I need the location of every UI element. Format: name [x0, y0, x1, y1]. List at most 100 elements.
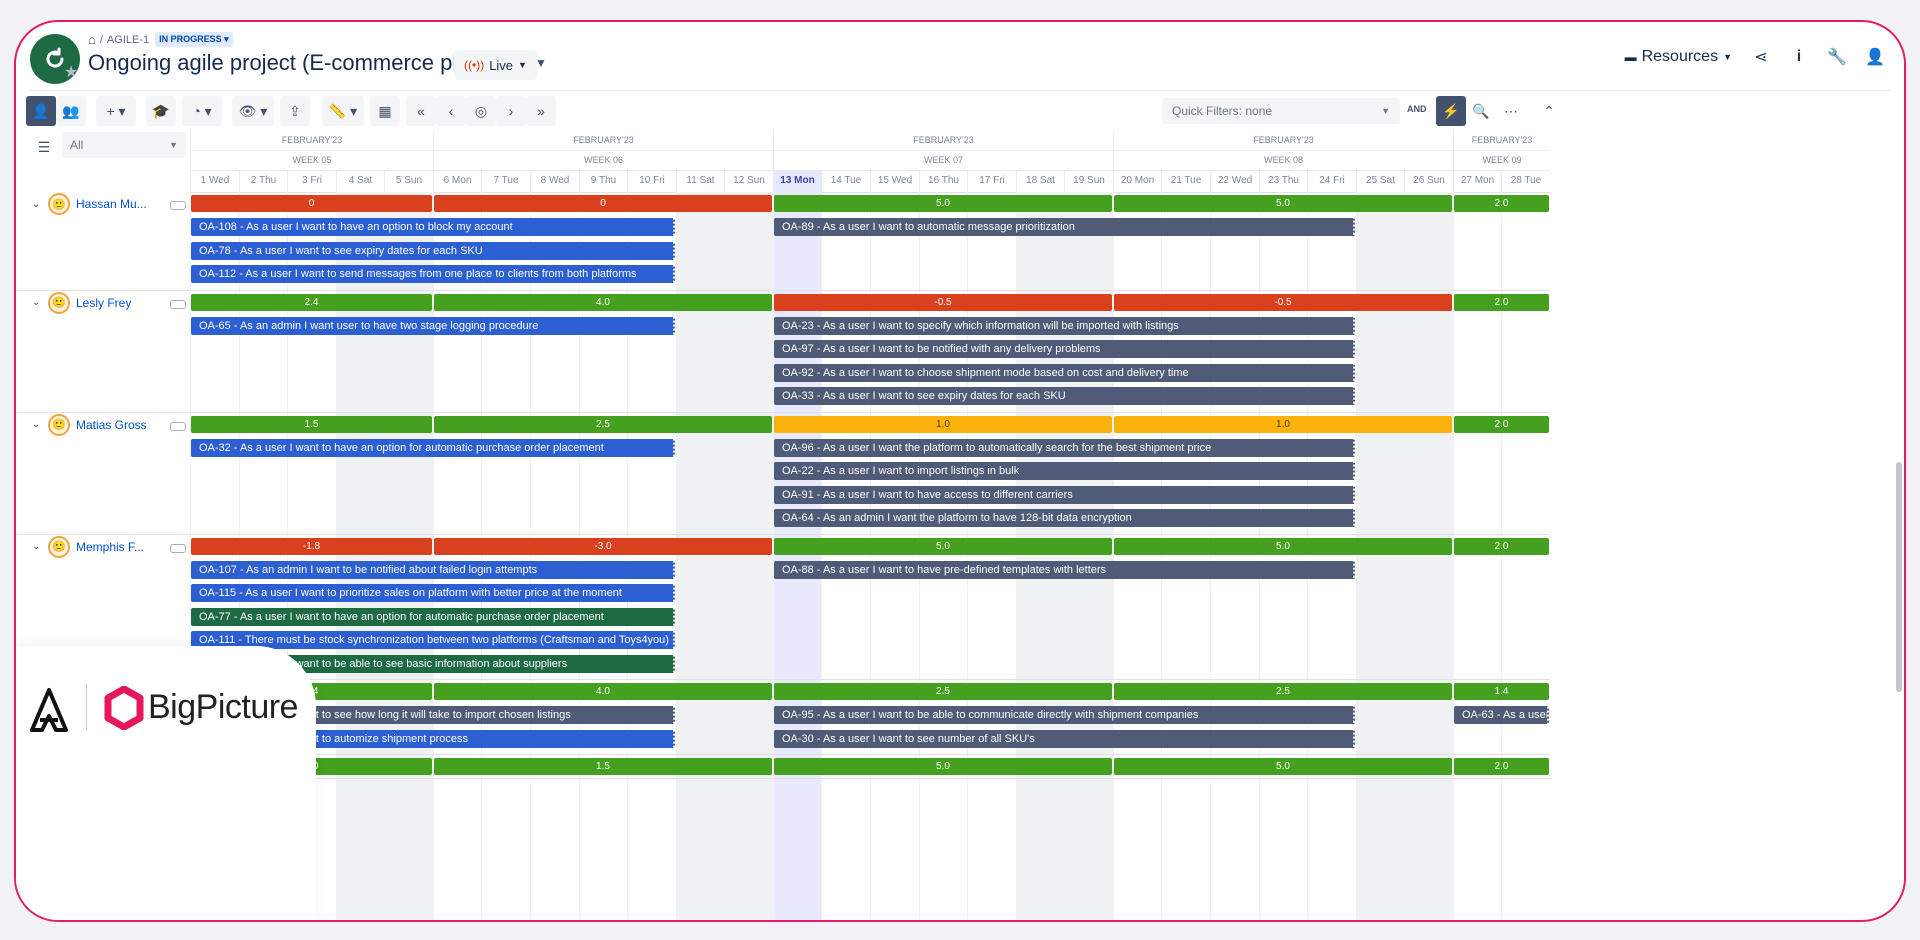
- capacity-bar[interactable]: 5.0: [774, 758, 1112, 775]
- task-bar[interactable]: OA-64 - As an admin I want the platform …: [774, 509, 1355, 527]
- team-view-button[interactable]: 👥: [56, 96, 86, 126]
- task-bar[interactable]: OA-78 - As a user I want to see expiry d…: [191, 241, 675, 260]
- info-icon[interactable]: i: [1784, 42, 1814, 72]
- resource-row-header[interactable]: ⌄ 🙂 Lesly Frey: [32, 291, 131, 314]
- capacity-bar[interactable]: -0.5: [774, 293, 1112, 311]
- day-label[interactable]: 17 Fri: [967, 170, 1016, 192]
- chevron-down-icon[interactable]: ⌄: [32, 541, 42, 552]
- task-bar[interactable]: OA-107 - As an admin I want to be notifi…: [191, 560, 675, 579]
- day-label[interactable]: 20 Mon: [1113, 170, 1161, 192]
- day-label[interactable]: 28 Tue: [1501, 170, 1550, 192]
- day-label[interactable]: 23 Thu: [1259, 170, 1307, 192]
- wrench-icon[interactable]: 🔧: [1822, 42, 1852, 72]
- list-view-icon[interactable]: ☰: [30, 134, 58, 160]
- day-label[interactable]: 25 Sat: [1356, 170, 1404, 192]
- and-toggle[interactable]: AND: [1407, 104, 1427, 114]
- task-bar[interactable]: OA-65 - As an admin I want user to have …: [191, 316, 675, 335]
- jump-last-icon[interactable]: »: [526, 96, 556, 126]
- resource-row-header[interactable]: ⌄ 🙂 Matias Gross: [32, 413, 147, 436]
- capacity-bar[interactable]: 1.5: [434, 758, 772, 775]
- day-label[interactable]: 1 Wed: [190, 170, 239, 192]
- capacity-bar[interactable]: 2.0: [1454, 758, 1549, 775]
- task-bar[interactable]: OA-112 - As a user I want to send messag…: [191, 265, 675, 283]
- day-label[interactable]: 4 Sat: [336, 170, 384, 192]
- capacity-bar[interactable]: 4.0: [434, 293, 772, 311]
- user-icon[interactable]: 👤: [1860, 42, 1890, 72]
- resource-name[interactable]: Hassan Mu...: [76, 197, 147, 211]
- task-bar[interactable]: OA-63 - As a user: [1454, 706, 1549, 724]
- previous-icon[interactable]: ‹: [436, 96, 466, 126]
- capacity-bar[interactable]: 5.0: [1114, 537, 1452, 555]
- task-bar[interactable]: OA-92 - As a user I want to choose shipm…: [774, 363, 1355, 382]
- day-label[interactable]: 15 Wed: [870, 170, 919, 192]
- lightning-icon[interactable]: ⚡: [1436, 96, 1466, 126]
- resource-filter-select[interactable]: All ▼: [62, 132, 186, 158]
- task-bar[interactable]: OA-77 - As a user I want to have an opti…: [191, 607, 675, 626]
- day-label[interactable]: 21 Tue: [1161, 170, 1210, 192]
- capacity-bar[interactable]: 0: [191, 195, 432, 212]
- day-label[interactable]: 22 Wed: [1210, 170, 1259, 192]
- day-label[interactable]: 13 Mon: [773, 170, 821, 192]
- calendar-icon[interactable]: ▦: [370, 96, 400, 126]
- capacity-bar[interactable]: 2.5: [774, 683, 1112, 700]
- day-label[interactable]: 8 Wed: [530, 170, 579, 192]
- capacity-bar[interactable]: 2.5: [1114, 683, 1452, 700]
- toggle-icon[interactable]: [170, 421, 186, 431]
- task-bar[interactable]: OA-22 - As a user I want to import listi…: [774, 462, 1355, 480]
- day-label[interactable]: 3 Fri: [287, 170, 336, 192]
- day-label[interactable]: 11 Sat: [676, 170, 724, 192]
- quick-filters-select[interactable]: Quick Filters: none ▼: [1162, 98, 1400, 124]
- task-bar[interactable]: OA-95 - As a user I want to be able to c…: [774, 706, 1355, 724]
- day-label[interactable]: 5 Sun: [384, 170, 433, 192]
- task-bar[interactable]: OA-88 - As a user I want to have pre-def…: [774, 560, 1355, 579]
- task-bar[interactable]: OA-30 - As a user I want to see number o…: [774, 729, 1355, 748]
- task-bar[interactable]: OA-108 - As a user I want to have an opt…: [191, 218, 675, 236]
- day-label[interactable]: 19 Sun: [1064, 170, 1113, 192]
- capacity-bar[interactable]: -0.5: [1114, 293, 1452, 311]
- toggle-icon[interactable]: [170, 299, 186, 309]
- task-bar[interactable]: OA-96 - As a user I want the platform to…: [774, 438, 1355, 457]
- day-label[interactable]: 9 Thu: [579, 170, 627, 192]
- day-label[interactable]: 14 Tue: [821, 170, 870, 192]
- day-label[interactable]: 12 Sun: [724, 170, 773, 192]
- ruler-button[interactable]: 📏 ▾: [322, 96, 364, 126]
- capacity-bar[interactable]: 2.0: [1454, 195, 1549, 212]
- search-icon[interactable]: 🔍: [1466, 96, 1496, 126]
- capacity-bar[interactable]: 2.0: [1454, 537, 1549, 555]
- day-label[interactable]: 7 Tue: [481, 170, 530, 192]
- chevron-down-icon[interactable]: ⌄: [32, 199, 42, 210]
- visibility-button[interactable]: 👁 ▾: [232, 96, 274, 126]
- capacity-bar[interactable]: 1.0: [1114, 415, 1452, 433]
- capacity-bar[interactable]: 5.0: [774, 537, 1112, 555]
- next-icon[interactable]: ›: [496, 96, 526, 126]
- capacity-bar[interactable]: -3.0: [434, 537, 772, 555]
- day-label[interactable]: 16 Thu: [919, 170, 967, 192]
- day-label[interactable]: 10 Fri: [627, 170, 676, 192]
- favorite-star-icon[interactable]: ★: [64, 65, 78, 81]
- jump-first-icon[interactable]: «: [406, 96, 436, 126]
- day-label[interactable]: 18 Sat: [1016, 170, 1064, 192]
- toggle-icon[interactable]: [170, 201, 186, 210]
- resource-row-header[interactable]: ⌄ 🙂 Hassan Mu...: [32, 193, 147, 215]
- toggle-icon[interactable]: [170, 543, 186, 553]
- live-button[interactable]: ((•)) Live ▼: [454, 50, 537, 80]
- capacity-bar[interactable]: 5.0: [1114, 195, 1452, 212]
- capacity-bar[interactable]: 2.0: [1454, 293, 1549, 311]
- capacity-bar[interactable]: -1.8: [191, 537, 432, 555]
- today-target-icon[interactable]: ◎: [466, 96, 496, 126]
- chevron-down-icon[interactable]: ⌄: [32, 419, 42, 430]
- day-label[interactable]: 26 Sun: [1404, 170, 1453, 192]
- capacity-bar[interactable]: 4.0: [434, 683, 772, 700]
- more-icon[interactable]: ⋯: [1496, 96, 1526, 126]
- task-bar[interactable]: OA-33 - As a user I want to see expiry d…: [774, 387, 1355, 405]
- gauge-button[interactable]: ◔ ▾: [182, 96, 222, 126]
- day-label[interactable]: 27 Mon: [1453, 170, 1501, 192]
- task-bar[interactable]: OA-23 - As a user I want to specify whic…: [774, 316, 1355, 335]
- vertical-scrollbar[interactable]: [1896, 462, 1902, 692]
- capacity-bar[interactable]: 2.0: [1454, 415, 1549, 433]
- capacity-bar[interactable]: 1.0: [774, 415, 1112, 433]
- capacity-bar[interactable]: 2.4: [191, 293, 432, 311]
- capacity-bar[interactable]: 5.0: [774, 195, 1112, 212]
- task-bar[interactable]: OA-32 - As a user I want to have an opti…: [191, 438, 675, 457]
- capacity-bar[interactable]: 5.0: [1114, 758, 1452, 775]
